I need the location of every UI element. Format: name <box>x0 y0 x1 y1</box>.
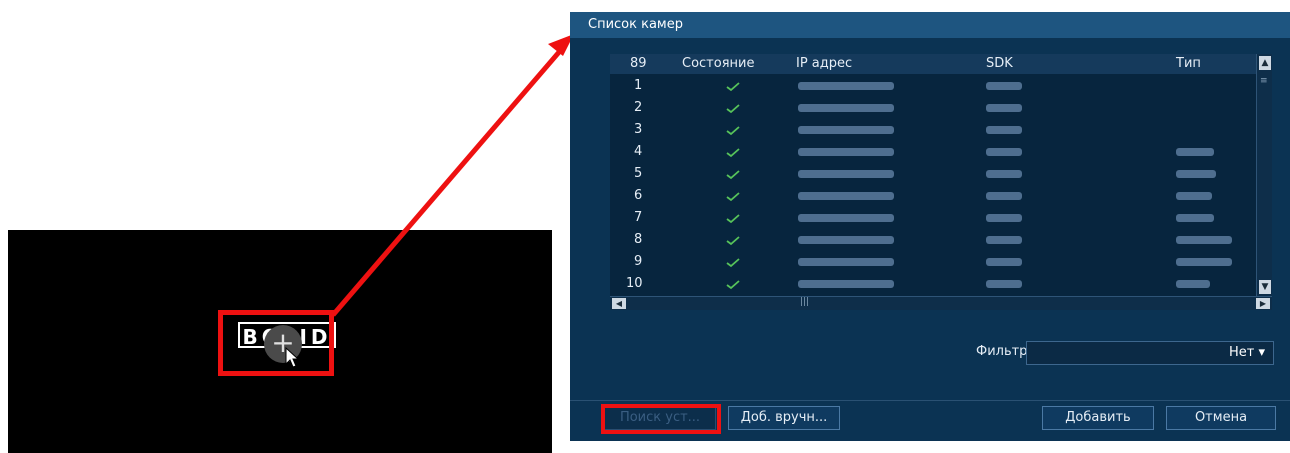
check-icon <box>726 280 740 290</box>
filter-value: Нет ▾ <box>1228 345 1265 360</box>
check-icon <box>726 236 740 246</box>
sdk-redacted <box>986 258 1022 266</box>
hscroll-thumb[interactable]: ||| <box>800 297 809 307</box>
ip-address-redacted <box>798 82 894 90</box>
column-status[interactable]: Состояние <box>682 56 754 71</box>
sdk-redacted <box>986 148 1022 156</box>
add-button[interactable]: Добавить <box>1042 406 1154 430</box>
ip-address-redacted <box>798 258 894 266</box>
scroll-thumb[interactable]: ≡ <box>1260 76 1270 86</box>
type-redacted <box>1176 170 1216 178</box>
ip-address-redacted <box>798 170 894 178</box>
sdk-redacted <box>986 192 1022 200</box>
scroll-right-icon[interactable]: ▶ <box>1256 298 1270 309</box>
table-row[interactable]: 5 <box>610 164 1256 184</box>
ip-address-redacted <box>798 126 894 134</box>
check-icon <box>726 258 740 268</box>
column-ip[interactable]: IP адрес <box>796 56 852 71</box>
table-row[interactable]: 10 <box>610 274 1256 294</box>
table-row[interactable]: 9 <box>610 252 1256 272</box>
table-row[interactable]: 8 <box>610 230 1256 250</box>
highlight-box-search <box>601 404 721 434</box>
vertical-scrollbar[interactable]: ▲ ≡ ▼ <box>1256 54 1272 296</box>
row-number: 3 <box>634 122 643 137</box>
filter-select[interactable]: Нет ▾ <box>1026 341 1274 365</box>
row-number: 6 <box>634 188 643 203</box>
sdk-redacted <box>986 236 1022 244</box>
type-redacted <box>1176 192 1212 200</box>
ip-address-redacted <box>798 214 894 222</box>
ip-address-redacted <box>798 280 894 288</box>
check-icon <box>726 192 740 202</box>
ip-address-redacted <box>798 104 894 112</box>
sdk-redacted <box>986 104 1022 112</box>
row-number: 1 <box>634 78 643 93</box>
table-row[interactable]: 6 <box>610 186 1256 206</box>
camera-list-dialog: Список камер 89 Состояние IP адрес SDK Т… <box>570 12 1290 441</box>
scroll-left-icon[interactable]: ◀ <box>612 298 626 309</box>
type-redacted <box>1176 258 1232 266</box>
column-sdk[interactable]: SDK <box>986 56 1013 71</box>
filter-label: Фильтр <box>976 344 1028 359</box>
check-icon <box>726 82 740 92</box>
table-row[interactable]: 2 <box>610 98 1256 118</box>
row-number: 9 <box>634 254 643 269</box>
camera-table: 89 Состояние IP адрес SDK Тип 1234567891… <box>610 54 1272 310</box>
table-row[interactable]: 3 <box>610 120 1256 140</box>
type-redacted <box>1176 236 1232 244</box>
horizontal-scrollbar[interactable]: ◀ ||| ▶ <box>610 296 1272 310</box>
check-icon <box>726 148 740 158</box>
type-redacted <box>1176 280 1210 288</box>
table-row[interactable]: 4 <box>610 142 1256 162</box>
row-number: 10 <box>626 276 643 291</box>
check-icon <box>726 104 740 114</box>
row-number: 5 <box>634 166 643 181</box>
row-number: 2 <box>634 100 643 115</box>
table-row[interactable]: 7 <box>610 208 1256 228</box>
ip-address-redacted <box>798 236 894 244</box>
dialog-title: Список камер <box>570 12 1290 38</box>
type-redacted <box>1176 214 1214 222</box>
table-row[interactable]: 1 <box>610 76 1256 96</box>
sdk-redacted <box>986 280 1022 288</box>
type-redacted <box>1176 148 1214 156</box>
column-count[interactable]: 89 <box>630 56 647 71</box>
scroll-down-icon[interactable]: ▼ <box>1259 280 1271 294</box>
check-icon <box>726 170 740 180</box>
sdk-redacted <box>986 214 1022 222</box>
ip-address-redacted <box>798 192 894 200</box>
table-header: 89 Состояние IP адрес SDK Тип <box>610 54 1256 74</box>
sdk-redacted <box>986 82 1022 90</box>
ip-address-redacted <box>798 148 894 156</box>
sdk-redacted <box>986 170 1022 178</box>
check-icon <box>726 214 740 224</box>
sdk-redacted <box>986 126 1022 134</box>
check-icon <box>726 126 740 136</box>
row-number: 4 <box>634 144 643 159</box>
cancel-button[interactable]: Отмена <box>1166 406 1276 430</box>
scroll-up-icon[interactable]: ▲ <box>1259 56 1271 70</box>
manual-add-button[interactable]: Доб. вручн... <box>728 406 840 430</box>
row-number: 8 <box>634 232 643 247</box>
row-number: 7 <box>634 210 643 225</box>
footer-divider <box>570 400 1290 401</box>
column-type[interactable]: Тип <box>1176 56 1201 71</box>
